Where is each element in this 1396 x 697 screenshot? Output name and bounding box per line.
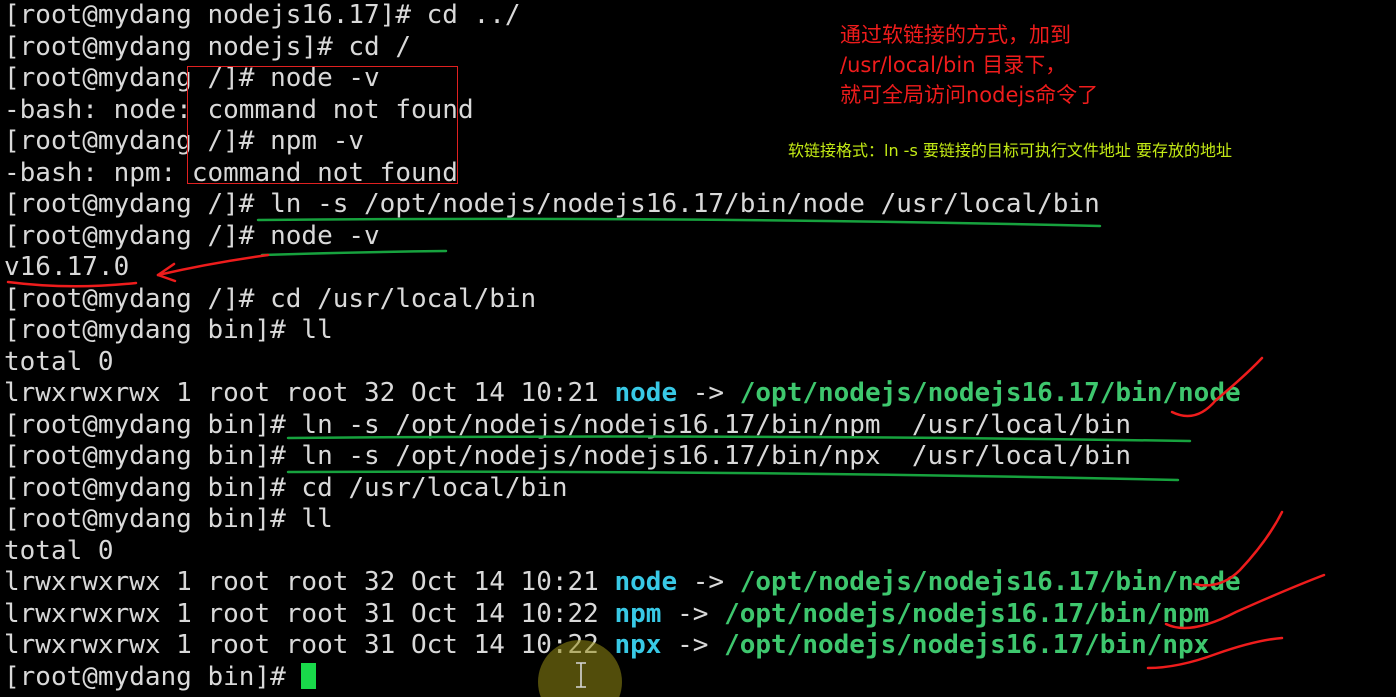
symlink-meta: lrwxrwxrwx 1 root root 32 Oct 14 10:21	[4, 567, 615, 597]
annotation-yellow-note: 软链接格式：ln -s 要链接的目标可执行文件地址 要存放的地址	[788, 141, 1232, 160]
terminal-line: total 0	[4, 536, 114, 566]
symlink-row-node: lrwxrwxrwx 1 root root 32 Oct 14 10:21 n…	[4, 378, 1241, 409]
terminal-line: [root@mydang nodejs]# cd /	[4, 32, 411, 62]
block-cursor-icon	[301, 663, 317, 689]
symlink-arrow: ->	[661, 630, 725, 660]
symlink-arrow: ->	[677, 567, 740, 597]
terminal-line: [root@mydang bin]# cd /usr/local/bin	[4, 473, 568, 503]
terminal-line: [root@mydang bin]# ln -s /opt/nodejs/nod…	[4, 410, 1132, 440]
symlink-target: /opt/nodejs/nodejs16.17/bin/node	[739, 378, 1241, 408]
highlight-box	[187, 66, 458, 184]
symlink-row-npm: lrwxrwxrwx 1 root root 31 Oct 14 10:22 n…	[4, 599, 1209, 630]
symlink-target: /opt/nodejs/nodejs16.17/bin/npm	[724, 599, 1210, 629]
symlink-name: node	[614, 567, 678, 597]
arrow-head-icon	[156, 262, 177, 283]
command-prompt[interactable]: [root@mydang bin]#	[4, 662, 317, 693]
terminal-line: total 0	[4, 347, 114, 377]
terminal-line: [root@mydang /]# node -v	[4, 221, 380, 251]
symlink-meta: lrwxrwxrwx 1 root root 32 Oct 14 10:21	[4, 378, 615, 408]
symlink-arrow: ->	[661, 599, 725, 629]
terminal-window[interactable]: [root@mydang nodejs16.17]# cd ../ [root@…	[0, 0, 1396, 697]
symlink-target: /opt/nodejs/nodejs16.17/bin/npx	[724, 630, 1210, 660]
symlink-meta: lrwxrwxrwx 1 root root 31 Oct 14 10:22	[4, 630, 615, 660]
red-arrow	[156, 253, 270, 277]
terminal-line: [root@mydang /]# cd /usr/local/bin	[4, 284, 537, 314]
terminal-line: [root@mydang bin]# ll	[4, 504, 333, 534]
symlink-name: node	[614, 378, 678, 408]
terminal-line: [root@mydang nodejs16.17]# cd ../	[4, 0, 521, 30]
i-beam-cursor-icon	[576, 662, 586, 688]
symlink-meta: lrwxrwxrwx 1 root root 31 Oct 14 10:22	[4, 599, 615, 629]
symlink-name: npx	[614, 630, 662, 660]
terminal-line: [root@mydang /]# ln -s /opt/nodejs/nodej…	[4, 189, 1100, 219]
prompt-text: [root@mydang bin]#	[4, 662, 302, 692]
terminal-line: [root@mydang bin]# ll	[4, 315, 333, 345]
annotation-red-note: 通过软链接的方式，加到 /usr/local/bin 目录下， 就可全局访问no…	[840, 23, 1099, 107]
symlink-arrow: ->	[677, 378, 740, 408]
symlink-name: npm	[614, 599, 662, 629]
terminal-line: [root@mydang bin]# ln -s /opt/nodejs/nod…	[4, 441, 1132, 471]
symlink-target: /opt/nodejs/nodejs16.17/bin/node	[739, 567, 1241, 597]
node-version-output: v16.17.0	[4, 252, 130, 282]
symlink-row-node: lrwxrwxrwx 1 root root 32 Oct 14 10:21 n…	[4, 567, 1241, 598]
